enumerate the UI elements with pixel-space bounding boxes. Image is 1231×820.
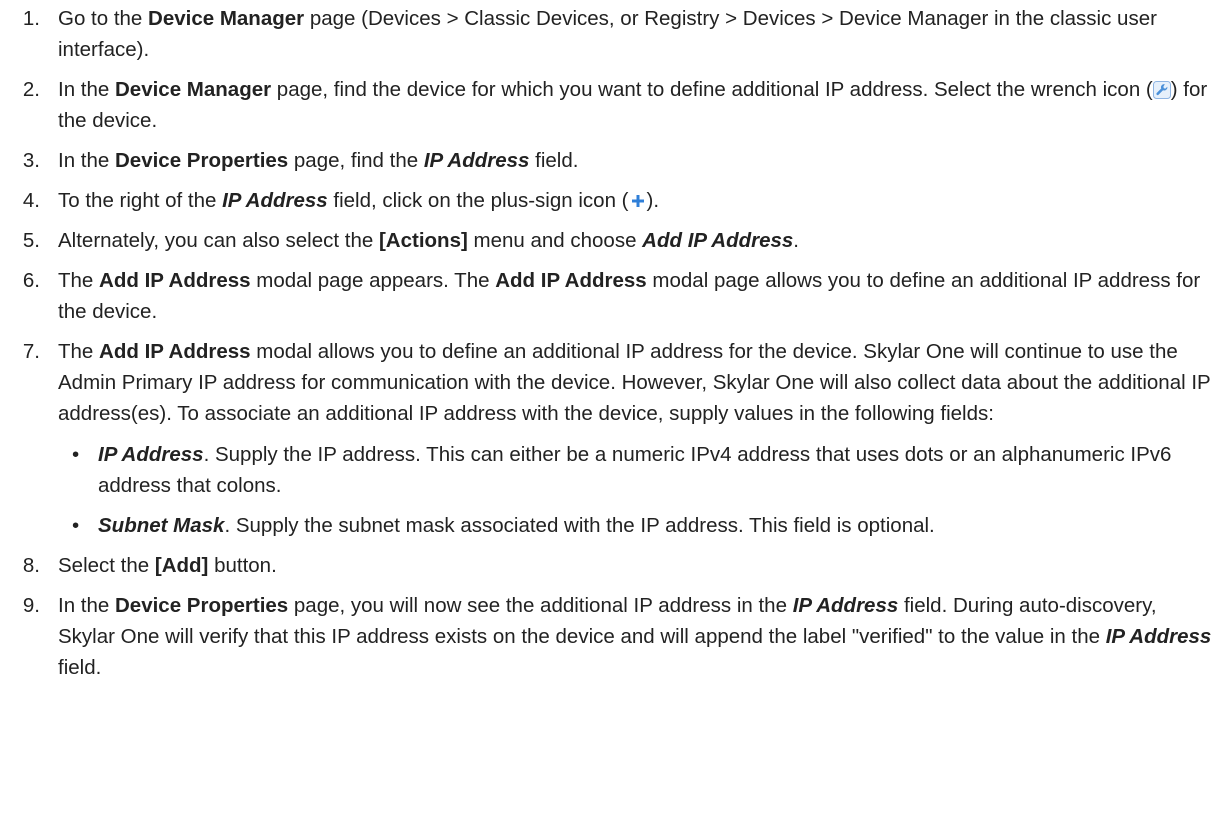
field-list: • IP Address. Supply the IP address. Thi…: [58, 439, 1218, 541]
step-text: Select the: [58, 554, 155, 577]
plus-icon: [629, 192, 647, 210]
step-text: page, find the: [288, 149, 424, 172]
add-ip-address-modal-term: Add IP Address: [495, 269, 647, 292]
add-ip-address-modal-term: Add IP Address: [99, 269, 251, 292]
device-properties-term: Device Properties: [115, 149, 289, 172]
step-text: button.: [208, 554, 277, 577]
ip-address-field-term: IP Address: [222, 189, 328, 212]
ip-address-field-term: IP Address: [1105, 625, 1212, 648]
step-text: Alternately, you can also select the: [58, 229, 379, 252]
step-8: 8. Select the [Add] button.: [8, 550, 1218, 581]
step-text: field.: [529, 149, 579, 172]
field-name: IP Address: [98, 443, 204, 466]
bullet: •: [72, 514, 80, 537]
device-properties-term: Device Properties: [115, 594, 289, 617]
step-text: The: [58, 269, 100, 292]
step-text: modal page appears. The: [250, 269, 496, 292]
device-manager-term: Device Manager: [115, 78, 272, 101]
step-7: 7. The Add IP Address modal allows you t…: [8, 336, 1218, 541]
step-number: 9.: [22, 594, 40, 617]
step-text: In the: [58, 149, 115, 172]
field-item-ip-address: • IP Address. Supply the IP address. Thi…: [58, 439, 1218, 501]
step-number: 1.: [22, 7, 40, 30]
field-description: . Supply the IP address. This can either…: [98, 443, 1172, 497]
step-text: .: [793, 229, 799, 252]
step-5: 5. Alternately, you can also select the …: [8, 225, 1218, 256]
field-name: Subnet Mask: [98, 514, 225, 537]
step-9: 9. In the Device Properties page, you wi…: [8, 590, 1218, 683]
actions-menu-term: [Actions]: [378, 229, 468, 252]
step-1: 1. Go to the Device Manager page (Device…: [8, 3, 1218, 65]
step-number: 7.: [22, 340, 40, 363]
step-2: 2. In the Device Manager page, find the …: [8, 74, 1218, 136]
add-ip-address-modal-term: Add IP Address: [99, 340, 251, 363]
step-6: 6. The Add IP Address modal page appears…: [8, 265, 1218, 327]
ip-address-field-term: IP Address: [423, 149, 530, 172]
step-number: 8.: [22, 554, 40, 577]
bullet: •: [72, 443, 80, 466]
field-description: . Supply the subnet mask associated with…: [224, 514, 935, 537]
procedure-steps: 1. Go to the Device Manager page (Device…: [8, 3, 1218, 692]
step-text: To the right of the: [58, 189, 223, 212]
step-3: 3. In the Device Properties page, find t…: [8, 145, 1218, 176]
step-text: In the: [58, 594, 115, 617]
wrench-icon: [1152, 81, 1171, 99]
step-number: 3.: [22, 149, 40, 172]
step-text: ).: [646, 189, 660, 212]
step-text: menu and choose: [467, 229, 643, 252]
add-ip-address-option-term: Add IP Address: [642, 229, 794, 252]
step-text: page, you will now see the additional IP…: [288, 594, 793, 617]
add-button-term: [Add]: [154, 554, 209, 577]
step-text: In the: [58, 78, 115, 101]
step-number: 6.: [22, 269, 40, 292]
step-text: page, find the device for which you want…: [271, 78, 1153, 101]
ip-address-field-term: IP Address: [792, 594, 899, 617]
step-text: field.: [58, 656, 102, 679]
step-text: Go to the: [58, 7, 149, 30]
device-manager-term: Device Manager: [148, 7, 305, 30]
step-text: field, click on the plus-sign icon (: [327, 189, 629, 212]
step-number: 5.: [22, 229, 40, 252]
step-number: 2.: [22, 78, 40, 101]
step-4: 4. To the right of the IP Address field,…: [8, 185, 1218, 216]
field-item-subnet-mask: • Subnet Mask. Supply the subnet mask as…: [58, 510, 1218, 541]
step-text: The: [58, 340, 100, 363]
step-number: 4.: [22, 189, 40, 212]
